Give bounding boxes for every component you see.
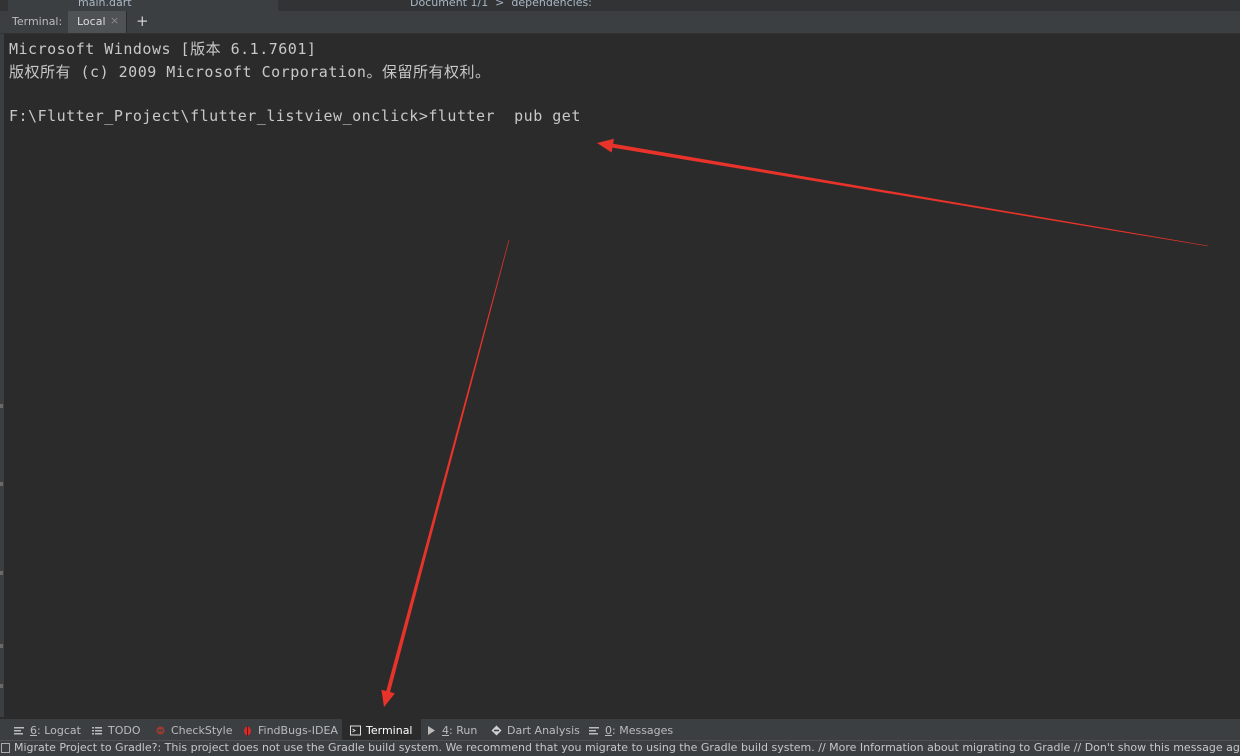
messages-icon — [589, 725, 600, 736]
tool-checkstyle-label: CheckStyle — [171, 723, 233, 737]
terminal-tab-local[interactable]: Local × — [68, 11, 127, 33]
run-icon — [426, 725, 437, 736]
tool-logcat[interactable]: 6: Logcat — [14, 719, 81, 741]
tool-todo[interactable]: TODO — [92, 719, 141, 741]
tool-run-label: : Run — [449, 723, 478, 737]
tool-messages-label: : Messages — [612, 723, 674, 737]
status-bar: Migrate Project to Gradle?: This project… — [0, 740, 1240, 756]
tool-logcat-num: 6 — [30, 723, 37, 737]
editor-file-tab-label: main.dart — [78, 0, 132, 9]
terminal-line: 版权所有 (c) 2009 Microsoft Corporation。保留所有… — [9, 63, 491, 81]
editor-file-tab[interactable]: main.dart — [8, 0, 278, 11]
checkstyle-icon — [155, 725, 166, 736]
tool-run-num: 4 — [442, 723, 449, 737]
tool-terminal[interactable]: Terminal — [342, 719, 421, 741]
terminal-output[interactable]: Microsoft Windows [版本 6.1.7601] 版权所有 (c)… — [4, 34, 1240, 717]
terminal-prompt-line: F:\Flutter_Project\flutter_listview_oncl… — [9, 107, 581, 125]
tool-findbugs[interactable]: FindBugs-IDEA — [242, 719, 338, 741]
tool-window-bar: 6: Logcat TODO CheckStyle FindBugs-IDEA … — [0, 718, 1240, 741]
tool-dart-analysis[interactable]: Dart Analysis — [491, 719, 580, 741]
tool-run[interactable]: 4: Run — [426, 719, 477, 741]
logcat-icon — [14, 725, 25, 736]
event-log-icon[interactable] — [1, 743, 10, 753]
dart-analysis-icon — [491, 725, 502, 736]
tool-dart-analysis-label: Dart Analysis — [507, 723, 580, 737]
new-session-plus-icon[interactable]: + — [136, 12, 149, 30]
editor-top-strip: main.dart Document 1/1 > dependencies: — [0, 0, 1240, 11]
todo-icon — [92, 725, 103, 736]
terminal-tab-header: Terminal: Local × + — [0, 11, 1240, 34]
tool-messages-num: 0 — [605, 723, 612, 737]
tool-logcat-label: : Logcat — [37, 723, 81, 737]
terminal-line: Microsoft Windows [版本 6.1.7601] — [9, 40, 317, 58]
close-icon[interactable]: × — [110, 14, 119, 27]
editor-breadcrumb[interactable]: Document 1/1 > dependencies: — [410, 0, 592, 9]
status-message[interactable]: Migrate Project to Gradle?: This project… — [14, 741, 1240, 754]
tool-checkstyle[interactable]: CheckStyle — [155, 719, 232, 741]
tool-findbugs-label: FindBugs-IDEA — [258, 723, 338, 737]
findbugs-icon — [242, 725, 253, 736]
tool-todo-label: TODO — [108, 723, 141, 737]
terminal-tab-label: Local — [77, 15, 106, 28]
tool-terminal-label: Terminal — [366, 723, 413, 737]
terminal-header-title: Terminal: — [12, 15, 63, 28]
terminal-icon — [350, 725, 361, 736]
tool-messages[interactable]: 0: Messages — [589, 719, 673, 741]
